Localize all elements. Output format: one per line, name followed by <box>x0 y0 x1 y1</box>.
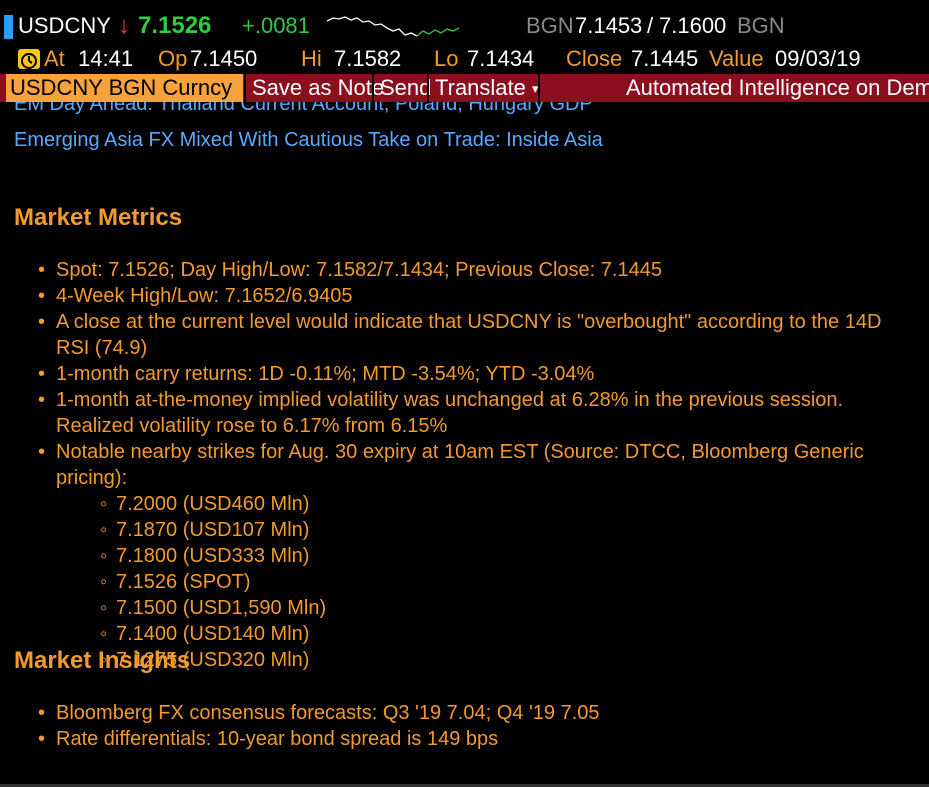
ticker-bar: USDCNY ↓ 7.1526 +.0081 BGN 7.1453 / 7.16… <box>0 11 929 41</box>
translate-button[interactable]: Translate ▾ <box>427 74 539 102</box>
high-label: Hi <box>301 46 322 71</box>
value-label: Value <box>709 46 764 71</box>
intraday-sparkline <box>327 16 460 37</box>
open-value: 7.1450 <box>190 46 258 71</box>
list-item: Rate differentials: 10-year bond spread … <box>38 726 918 752</box>
ai-on-demand-link[interactable]: Automated Intelligence on Demand <box>626 74 929 102</box>
market-metrics-list: Spot: 7.1526; Day High/Low: 7.1582/7.143… <box>38 257 918 673</box>
at-time: 14:41 <box>78 46 134 71</box>
toolbar: USDCNY BGN Curncy Save as Note Send Tran… <box>0 74 929 102</box>
close-label: Close <box>566 46 623 71</box>
translate-label: Translate <box>435 75 526 100</box>
quote-line: At 14:41 Op 7.1450 Hi 7.1582 Lo 7.1434 C… <box>0 45 929 73</box>
down-arrow-icon: ↓ <box>118 12 130 39</box>
security-marker <box>4 15 13 39</box>
send-button[interactable]: Send <box>372 74 431 102</box>
market-insights-heading: Market Insights <box>14 647 191 674</box>
close-value: 7.1445 <box>631 46 699 71</box>
strike-item: 7.1526 (SPOT) <box>56 569 918 595</box>
ask-source: BGN <box>737 13 785 38</box>
strike-item: 7.1500 (USD1,590 Mln) <box>56 595 918 621</box>
list-item: A close at the current level would indic… <box>38 309 918 361</box>
strikes-intro: Notable nearby strikes for Aug. 30 expir… <box>56 441 864 489</box>
strike-item: 7.1800 (USD333 Mln) <box>56 543 918 569</box>
list-item: 4-Week High/Low: 7.1652/6.9405 <box>38 283 918 309</box>
market-metrics-heading: Market Metrics <box>14 204 183 231</box>
list-item: 1-month carry returns: 1D -0.11%; MTD -3… <box>38 361 918 387</box>
list-item: Bloomberg FX consensus forecasts: Q3 '19… <box>38 700 918 726</box>
news-headline[interactable]: Emerging Asia FX Mixed With Cautious Tak… <box>14 128 603 152</box>
open-label: Op <box>158 46 188 71</box>
strike-item: 7.2000 (USD460 Mln) <box>56 491 918 517</box>
strike-item: 7.1400 (USD140 Mln) <box>56 621 918 647</box>
news-headline-partial[interactable]: EM Day Ahead: Thailand Current Account; … <box>14 102 593 118</box>
ticker-symbol[interactable]: USDCNY <box>18 11 111 41</box>
security-field[interactable]: USDCNY BGN Curncy <box>6 74 243 102</box>
strike-item: 7.1870 (USD107 Mln) <box>56 517 918 543</box>
list-item: Spot: 7.1526; Day High/Low: 7.1582/7.143… <box>38 257 918 283</box>
low-value: 7.1434 <box>467 46 535 71</box>
bid-price: 7.1453 <box>575 13 643 38</box>
ask-price: 7.1600 <box>659 13 727 38</box>
last-price: 7.1526 <box>138 12 212 39</box>
bid-ask-separator: / <box>647 13 654 38</box>
save-as-note-button[interactable]: Save as Note <box>244 74 384 102</box>
value-date: 09/03/19 <box>775 46 861 71</box>
high-value: 7.1582 <box>334 46 402 71</box>
at-label: At <box>44 46 65 71</box>
net-change: +.0081 <box>242 13 310 38</box>
clock-icon <box>18 49 40 69</box>
list-item: 1-month at-the-money implied volatility … <box>38 387 918 439</box>
list-item: Notable nearby strikes for Aug. 30 expir… <box>38 439 918 673</box>
market-insights-list: Bloomberg FX consensus forecasts: Q3 '19… <box>38 700 918 752</box>
strikes-list: 7.2000 (USD460 Mln) 7.1870 (USD107 Mln) … <box>56 491 918 673</box>
bid-source: BGN <box>526 13 574 38</box>
low-label: Lo <box>434 46 459 71</box>
toolbar-divider <box>538 74 540 102</box>
